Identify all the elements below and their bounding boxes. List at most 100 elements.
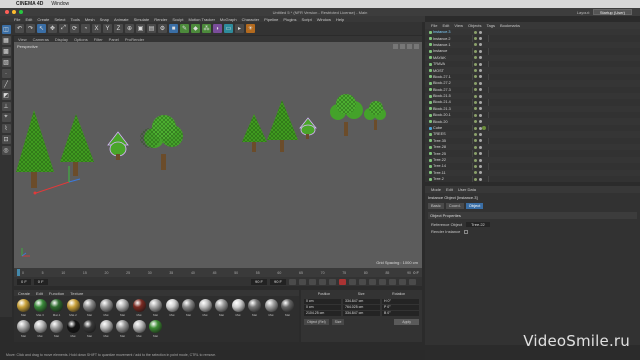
autokey-icon[interactable]: [349, 278, 356, 285]
viewport-menu-options[interactable]: Options: [74, 37, 88, 42]
visibility-toggles[interactable]: [474, 132, 482, 136]
mac-window-menu[interactable]: Window: [51, 1, 69, 7]
object-name[interactable]: Tree.11: [433, 171, 446, 175]
zoom-view-icon[interactable]: [400, 44, 405, 49]
render-visibility-icon[interactable]: [479, 113, 482, 117]
editor-visibility-icon[interactable]: [474, 100, 477, 104]
visibility-toggles[interactable]: [474, 69, 482, 73]
menu-sculpt[interactable]: Sculpt: [172, 17, 183, 22]
visibility-toggles[interactable]: [474, 164, 482, 168]
tree-cone-large[interactable]: [16, 110, 54, 188]
texture-mode-icon[interactable]: ▩: [1, 47, 11, 56]
render-visibility-icon[interactable]: [479, 49, 482, 53]
render-view-icon[interactable]: ▣: [136, 24, 145, 33]
position-z-field[interactable]: 2104.25 cm: [304, 310, 341, 316]
render-visibility-icon[interactable]: [479, 132, 482, 136]
max-frame-field[interactable]: 90 F: [269, 278, 286, 285]
editor-visibility-icon[interactable]: [474, 164, 477, 168]
go-to-start-icon[interactable]: [289, 278, 296, 285]
material-swatch[interactable]: Mat: [231, 298, 246, 317]
editor-visibility-icon[interactable]: [474, 37, 477, 41]
size-z-field[interactable]: 334.847 cm: [343, 310, 380, 316]
material-swatch[interactable]: Mat: [82, 319, 97, 338]
visibility-toggles[interactable]: [474, 56, 482, 60]
menu-file[interactable]: File: [14, 17, 20, 22]
playhead[interactable]: [17, 269, 20, 276]
editor-visibility-icon[interactable]: [474, 145, 477, 149]
object-name[interactable]: Block.27.3: [433, 88, 451, 92]
redo-icon[interactable]: ↷: [26, 24, 35, 33]
material-swatch[interactable]: Mat.3: [33, 298, 48, 317]
render-instance-checkbox[interactable]: [464, 229, 469, 234]
rotation-key-icon[interactable]: [389, 278, 396, 285]
object-name[interactable]: Block.27.1: [433, 75, 451, 79]
tree-small-selected[interactable]: [107, 131, 129, 160]
tree-round-right[interactable]: [330, 94, 363, 136]
menu-script[interactable]: Script: [302, 17, 312, 22]
render-visibility-icon[interactable]: [479, 171, 482, 175]
material-swatch[interactable]: Mat: [16, 319, 31, 338]
snapping-icon[interactable]: ⌇: [1, 124, 11, 133]
material-swatch[interactable]: Mat: [181, 298, 196, 317]
object-menu-tags[interactable]: Tags: [487, 23, 495, 28]
play-icon[interactable]: [309, 278, 316, 285]
object-name[interactable]: Instance.1: [433, 43, 451, 47]
material-menu-texture[interactable]: Texture: [70, 291, 83, 296]
previous-key-icon[interactable]: [299, 278, 306, 285]
editor-visibility-icon[interactable]: [474, 132, 477, 136]
editor-visibility-icon[interactable]: [474, 158, 477, 162]
editor-visibility-icon[interactable]: [474, 62, 477, 66]
menu-animate[interactable]: Animate: [114, 17, 129, 22]
render-visibility-icon[interactable]: [479, 100, 482, 104]
visibility-toggles[interactable]: [474, 158, 482, 162]
editor-visibility-icon[interactable]: [474, 120, 477, 124]
live-selection-icon[interactable]: ↖: [37, 24, 46, 33]
pan-icon[interactable]: [393, 44, 398, 49]
timeline-ruler[interactable]: 0 5 10 15 20 25 30 35 40 45 50 55 60 65 70 75 80 85 90 0 F: [14, 268, 422, 277]
editor-visibility-icon[interactable]: [474, 75, 477, 79]
viewport-menu-filter[interactable]: Filter: [94, 37, 103, 42]
visibility-toggles[interactable]: [474, 43, 482, 47]
editor-visibility-icon[interactable]: [474, 30, 477, 34]
tree-cone-right-b[interactable]: [267, 100, 298, 152]
material-swatch[interactable]: Mat: [66, 319, 81, 338]
visibility-toggles[interactable]: [474, 113, 482, 117]
object-name[interactable]: Tree.22: [433, 158, 446, 162]
render-visibility-icon[interactable]: [479, 62, 482, 66]
workplane-icon[interactable]: ▧: [1, 58, 11, 67]
tree-cone-right-a[interactable]: [242, 114, 267, 152]
material-tag-icon[interactable]: [482, 126, 486, 131]
menu-plugins[interactable]: Plugins: [283, 17, 296, 22]
editor-visibility-icon[interactable]: [474, 107, 477, 111]
orbit-icon[interactable]: [407, 44, 412, 49]
editor-visibility-icon[interactable]: [474, 56, 477, 60]
object-name[interactable]: MAYAK: [433, 56, 446, 60]
menu-motion-tracker[interactable]: Motion Tracker: [188, 17, 214, 22]
material-swatch[interactable]: Mat: [99, 298, 114, 317]
visibility-toggles[interactable]: [474, 107, 482, 111]
coord-mode-dropdown[interactable]: Object (Rel): [304, 319, 329, 325]
object-name[interactable]: Block.20.1: [433, 113, 451, 117]
material-menu-edit[interactable]: Edit: [36, 291, 43, 296]
render-visibility-icon[interactable]: [479, 81, 482, 85]
object-menu-edit[interactable]: Edit: [442, 23, 449, 28]
render-visibility-icon[interactable]: [479, 120, 482, 124]
cube-primitive-icon[interactable]: ■: [169, 24, 178, 33]
material-swatch[interactable]: Mat: [82, 298, 97, 317]
object-name[interactable]: Tree.28: [433, 145, 446, 149]
object-name[interactable]: Block.21.5: [433, 94, 451, 98]
object-name[interactable]: MOST: [433, 69, 444, 73]
tree-cone-medium[interactable]: [60, 114, 94, 176]
reference-object-field[interactable]: Tree.22: [466, 222, 490, 227]
rotation-h-field[interactable]: H 0°: [382, 298, 419, 304]
material-menu-create[interactable]: Create: [18, 291, 30, 296]
move-icon[interactable]: ✥: [48, 24, 57, 33]
visibility-toggles[interactable]: [474, 139, 482, 143]
material-swatch[interactable]: Mat.1: [49, 298, 64, 317]
editor-visibility-icon[interactable]: [474, 177, 477, 181]
editor-visibility-icon[interactable]: [474, 171, 477, 175]
go-to-end-icon[interactable]: [329, 278, 336, 285]
visibility-toggles[interactable]: [474, 126, 482, 130]
light-icon[interactable]: ☀: [246, 24, 255, 33]
points-mode-icon[interactable]: ·: [1, 69, 11, 78]
